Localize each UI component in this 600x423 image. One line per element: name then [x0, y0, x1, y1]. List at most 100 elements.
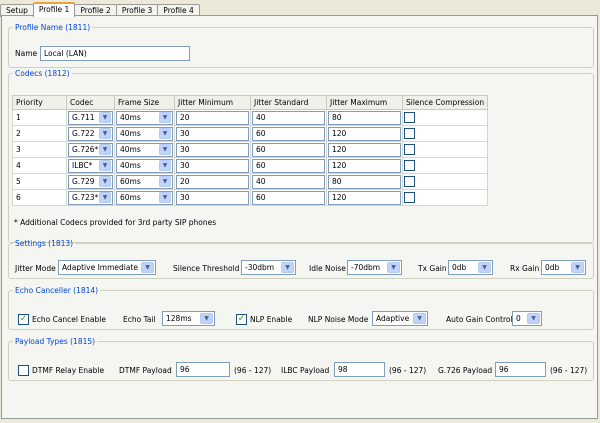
- jitter-max-input[interactable]: 120: [328, 126, 401, 141]
- codec-select[interactable]: G.722 ▼: [68, 126, 113, 141]
- g726-payload-label: G.726 Payload: [438, 366, 493, 375]
- g726-payload-range: (96 - 127): [550, 366, 588, 375]
- silence-compression-checkbox[interactable]: [404, 144, 415, 155]
- chevron-down-icon: ▼: [200, 313, 213, 324]
- frame-size-select[interactable]: 40ms ▼: [116, 126, 173, 141]
- payload-types-title: Payload Types (1815): [15, 337, 96, 346]
- priority-cell: 4: [12, 157, 67, 174]
- frame-size-select[interactable]: 60ms ▼: [116, 174, 173, 189]
- nlp-enable-checkbox[interactable]: ✓: [236, 314, 247, 325]
- rx-gain-select[interactable]: 0db ▼: [541, 260, 586, 275]
- jitter-max-input[interactable]: 120: [328, 142, 401, 157]
- silence-compression-checkbox[interactable]: [404, 112, 415, 123]
- profile-name-label: Name: [15, 49, 38, 58]
- codec-select[interactable]: G.711 ▼: [68, 110, 113, 125]
- jitter-std-input[interactable]: 40: [252, 110, 325, 125]
- codec-select[interactable]: ILBC* ▼: [68, 158, 113, 173]
- chevron-down-icon: ▼: [141, 262, 154, 273]
- jitter-max-input[interactable]: 80: [328, 174, 401, 189]
- nlp-noise-mode-label: NLP Noise Mode: [308, 315, 369, 324]
- silence-compression-checkbox[interactable]: [404, 128, 415, 139]
- codecs-header-row: Priority Codec Frame Size Jitter Minimum…: [12, 95, 489, 110]
- nlp-noise-mode-select[interactable]: Adaptive ▼: [372, 311, 428, 326]
- dtmf-payload-input[interactable]: 96: [176, 362, 230, 377]
- chevron-down-icon: ▼: [159, 143, 171, 155]
- silence-threshold-select[interactable]: -30dbm ▼: [241, 260, 296, 275]
- chevron-down-icon: ▼: [99, 175, 111, 187]
- col-priority: Priority: [12, 95, 67, 110]
- col-codec: Codec: [66, 95, 115, 110]
- priority-cell: 2: [12, 125, 67, 142]
- frame-size-select[interactable]: 40ms ▼: [116, 142, 173, 157]
- jitter-min-input[interactable]: 20: [176, 174, 249, 189]
- jitter-max-input[interactable]: 120: [328, 158, 401, 173]
- chevron-down-icon: ▼: [571, 262, 584, 273]
- codec-select[interactable]: G.723* ▼: [68, 190, 113, 205]
- table-row: 5 G.729 ▼ 60ms ▼ 20 40 80: [12, 173, 489, 190]
- frame-size-select[interactable]: 40ms ▼: [116, 110, 173, 125]
- jitter-min-input[interactable]: 20: [176, 110, 249, 125]
- col-jitter-std: Jitter Standard: [250, 95, 327, 110]
- chevron-down-icon: ▼: [99, 191, 111, 203]
- chevron-down-icon: ▼: [159, 111, 171, 123]
- tx-gain-select[interactable]: 0db ▼: [448, 260, 493, 275]
- table-row: 4 ILBC* ▼ 40ms ▼ 30 60 120: [12, 157, 489, 174]
- chevron-down-icon: ▼: [281, 262, 294, 273]
- checkmark-icon: ✓: [19, 314, 28, 324]
- profile-name-title: Profile Name (1811): [15, 23, 91, 32]
- priority-cell: 5: [12, 173, 67, 190]
- idle-noise-label: Idle Noise: [309, 264, 346, 273]
- codecs-table: Priority Codec Frame Size Jitter Minimum…: [12, 95, 489, 206]
- ilbc-payload-range: (96 - 127): [389, 366, 427, 375]
- g726-payload-input[interactable]: 96: [495, 362, 546, 377]
- col-jitter-min: Jitter Minimum: [174, 95, 251, 110]
- echo-cancel-enable-checkbox[interactable]: ✓: [18, 314, 29, 325]
- jitter-min-input[interactable]: 30: [176, 126, 249, 141]
- table-row: 3 G.726* ▼ 40ms ▼ 30 60 120: [12, 141, 489, 158]
- jitter-max-input[interactable]: 80: [328, 110, 401, 125]
- tx-gain-label: Tx Gain: [418, 264, 447, 273]
- col-jitter-max: Jitter Maximum: [326, 95, 403, 110]
- table-row: 2 G.722 ▼ 40ms ▼ 30 60 120: [12, 125, 489, 142]
- col-silence-compression: Silence Compression: [401, 95, 489, 110]
- chevron-down-icon: ▼: [527, 313, 540, 324]
- silence-compression-checkbox[interactable]: [404, 160, 415, 171]
- chevron-down-icon: ▼: [159, 159, 171, 171]
- dtmf-relay-enable-checkbox[interactable]: [18, 365, 29, 376]
- jitter-min-input[interactable]: 30: [176, 190, 249, 205]
- jitter-min-input[interactable]: 30: [176, 158, 249, 173]
- chevron-down-icon: ▼: [99, 143, 111, 155]
- chevron-down-icon: ▼: [99, 127, 111, 139]
- auto-gain-control-label: Auto Gain Control: [446, 315, 513, 324]
- chevron-down-icon: ▼: [387, 262, 400, 273]
- tab-profile-1[interactable]: Profile 1: [32, 2, 76, 17]
- jitter-std-input[interactable]: 60: [252, 142, 325, 157]
- echo-cancel-enable-label: Echo Cancel Enable: [32, 315, 106, 324]
- chevron-down-icon: ▼: [99, 111, 111, 123]
- profile-panel: Profile Name (1811) Name Local (LAN) Cod…: [1, 15, 598, 419]
- chevron-down-icon: ▼: [99, 159, 111, 171]
- jitter-std-input[interactable]: 40: [252, 174, 325, 189]
- jitter-min-input[interactable]: 30: [176, 142, 249, 157]
- chevron-down-icon: ▼: [159, 191, 171, 203]
- silence-threshold-label: Silence Threshold: [173, 264, 240, 273]
- frame-size-select[interactable]: 40ms ▼: [116, 158, 173, 173]
- silence-compression-checkbox[interactable]: [404, 176, 415, 187]
- jitter-std-input[interactable]: 60: [252, 190, 325, 205]
- settings-title: Settings (1813): [15, 239, 74, 248]
- dtmf-relay-enable-label: DTMF Relay Enable: [32, 366, 105, 375]
- jitter-std-input[interactable]: 60: [252, 126, 325, 141]
- jitter-mode-select[interactable]: Adaptive Immediate ▼: [58, 260, 156, 275]
- silence-compression-checkbox[interactable]: [404, 192, 415, 203]
- idle-noise-select[interactable]: -70dbm ▼: [347, 260, 402, 275]
- codec-select[interactable]: G.726* ▼: [68, 142, 113, 157]
- jitter-std-input[interactable]: 60: [252, 158, 325, 173]
- codec-select[interactable]: G.729 ▼: [68, 174, 113, 189]
- ilbc-payload-input[interactable]: 98: [334, 362, 385, 377]
- echo-tail-select[interactable]: 128ms ▼: [162, 311, 215, 326]
- jitter-max-input[interactable]: 120: [328, 190, 401, 205]
- frame-size-select[interactable]: 60ms ▼: [116, 190, 173, 205]
- auto-gain-control-select[interactable]: 0 ▼: [512, 311, 542, 326]
- profile-name-input[interactable]: Local (LAN): [40, 46, 190, 61]
- col-frame-size: Frame Size: [114, 95, 175, 110]
